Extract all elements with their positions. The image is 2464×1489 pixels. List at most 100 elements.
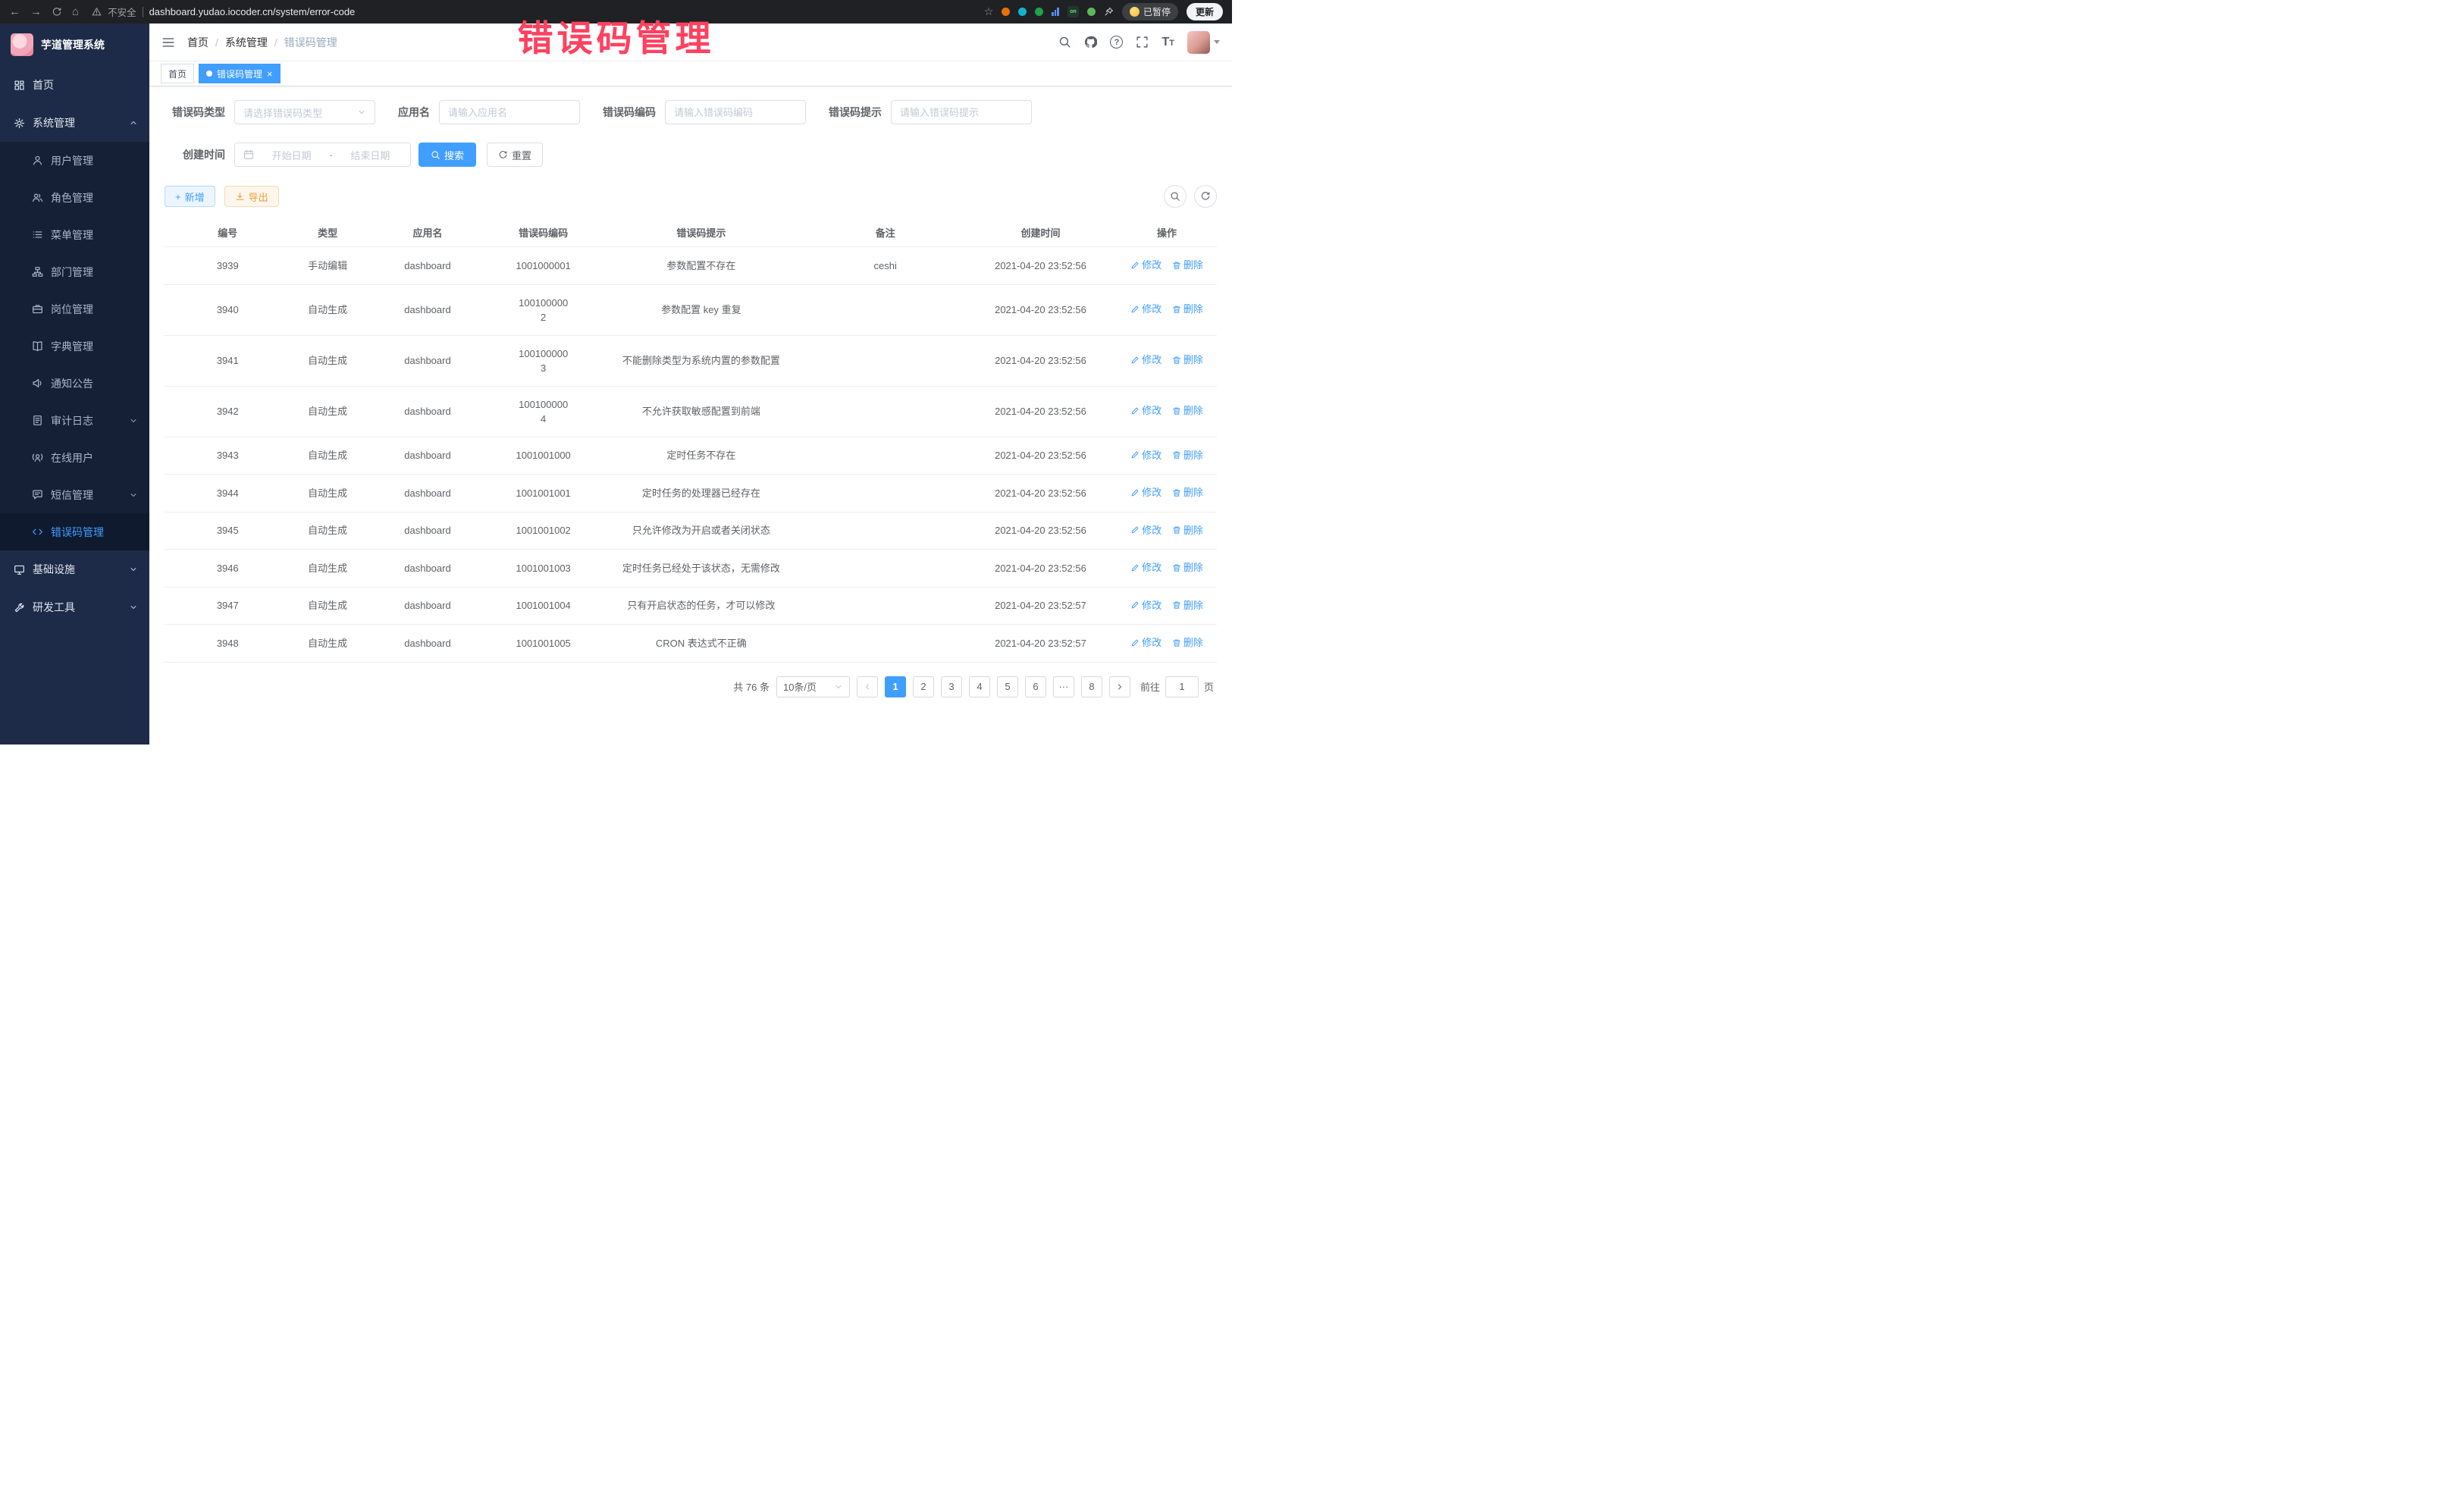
forward-button[interactable]: → bbox=[30, 6, 42, 17]
extension-icon-on-badge[interactable]: on bbox=[1067, 6, 1079, 17]
error-code-label: 错误码编码 bbox=[603, 105, 656, 120]
browser-chrome: ← → ⌂ 不安全 dashboard.yudao.iocoder.cn/sys… bbox=[0, 0, 1232, 24]
page-button[interactable]: 3 bbox=[941, 676, 962, 697]
sidebar-item-dev-tools[interactable]: 研发工具 bbox=[0, 588, 149, 626]
extension-icon-4[interactable] bbox=[1052, 8, 1059, 16]
hamburger-icon[interactable] bbox=[161, 36, 175, 49]
bookmark-star-icon[interactable]: ☆ bbox=[984, 5, 994, 18]
table-row: 3943 自动生成 dashboard 1001001000 定时任务不存在 2… bbox=[165, 437, 1217, 475]
refresh-table-button[interactable] bbox=[1194, 185, 1217, 208]
tab-close-icon[interactable]: × bbox=[267, 69, 273, 79]
delete-link[interactable]: 删除 bbox=[1172, 403, 1203, 418]
extension-icon-2[interactable] bbox=[1018, 8, 1027, 16]
extension-icon-5[interactable] bbox=[1087, 8, 1096, 16]
sidebar-item-online-users[interactable]: 在线用户 bbox=[0, 439, 149, 476]
fullscreen-icon[interactable] bbox=[1136, 36, 1149, 49]
edit-link[interactable]: 修改 bbox=[1130, 403, 1161, 418]
start-date-placeholder: 开始日期 bbox=[260, 148, 323, 162]
sidebar-item-role-management[interactable]: 角色管理 bbox=[0, 179, 149, 216]
delete-link[interactable]: 删除 bbox=[1172, 302, 1203, 316]
page-button[interactable]: 2 bbox=[913, 676, 934, 697]
sidebar-item-menu-management[interactable]: 菜单管理 bbox=[0, 216, 149, 253]
search-icon[interactable] bbox=[1058, 36, 1071, 49]
page-button[interactable]: 4 bbox=[969, 676, 990, 697]
delete-link[interactable]: 删除 bbox=[1172, 598, 1203, 613]
edit-link[interactable]: 修改 bbox=[1130, 523, 1161, 538]
extension-icon-3[interactable] bbox=[1035, 8, 1043, 16]
goto-page-input[interactable] bbox=[1165, 676, 1199, 697]
edit-link[interactable]: 修改 bbox=[1130, 302, 1161, 316]
sidebar-item-department-management[interactable]: 部门管理 bbox=[0, 253, 149, 290]
page-button[interactable]: 5 bbox=[997, 676, 1018, 697]
cell-time: 2021-04-20 23:52:56 bbox=[964, 386, 1117, 437]
add-button[interactable]: + 新增 bbox=[165, 186, 215, 207]
tab-error-code-management[interactable]: 错误码管理 × bbox=[199, 64, 281, 83]
edit-link[interactable]: 修改 bbox=[1130, 485, 1161, 500]
delete-icon bbox=[1172, 261, 1181, 270]
next-page-button[interactable] bbox=[1109, 676, 1130, 697]
edit-link[interactable]: 修改 bbox=[1130, 448, 1161, 462]
address-bar[interactable]: 不安全 dashboard.yudao.iocoder.cn/system/er… bbox=[92, 5, 355, 19]
app-name-input[interactable] bbox=[439, 100, 580, 124]
page-button[interactable]: ··· bbox=[1053, 676, 1074, 697]
navbar-actions: ? TT bbox=[1058, 31, 1220, 54]
sidebar-item-system-management[interactable]: 系统管理 bbox=[0, 104, 149, 142]
prev-page-button[interactable] bbox=[857, 676, 878, 697]
sidebar-item-user-management[interactable]: 用户管理 bbox=[0, 142, 149, 179]
cell-actions: 修改 删除 bbox=[1117, 247, 1217, 285]
delete-link[interactable]: 删除 bbox=[1172, 635, 1203, 650]
breadcrumb-item-home[interactable]: 首页 bbox=[187, 35, 208, 50]
search-button[interactable]: 搜索 bbox=[419, 143, 476, 167]
error-hint-input[interactable] bbox=[891, 100, 1032, 124]
edit-link[interactable]: 修改 bbox=[1130, 635, 1161, 650]
delete-link[interactable]: 删除 bbox=[1172, 258, 1203, 272]
sidebar-item-audit-log[interactable]: 审计日志 bbox=[0, 402, 149, 439]
reset-button[interactable]: 重置 bbox=[487, 143, 543, 167]
page-button[interactable]: 1 bbox=[885, 676, 906, 697]
edit-link[interactable]: 修改 bbox=[1130, 560, 1161, 575]
sidebar-item-infrastructure[interactable]: 基础设施 bbox=[0, 550, 149, 588]
cell-type: 自动生成 bbox=[291, 284, 365, 335]
error-code-input[interactable] bbox=[665, 100, 806, 124]
toggle-search-button[interactable] bbox=[1164, 185, 1187, 208]
delete-link[interactable]: 删除 bbox=[1172, 560, 1203, 575]
paused-badge[interactable]: 已暂停 bbox=[1122, 3, 1178, 20]
cell-remark bbox=[807, 475, 964, 513]
breadcrumb-item-system[interactable]: 系统管理 bbox=[225, 35, 268, 50]
error-type-select[interactable]: 请选择错误码类型 bbox=[234, 100, 375, 124]
browser-update-button[interactable]: 更新 bbox=[1187, 3, 1223, 20]
app-logo[interactable]: 芋道管理系统 bbox=[0, 24, 149, 66]
tab-home[interactable]: 首页 bbox=[161, 64, 194, 83]
page-button[interactable]: 6 bbox=[1025, 676, 1046, 697]
delete-link[interactable]: 删除 bbox=[1172, 353, 1203, 367]
sidebar-item-home[interactable]: 首页 bbox=[0, 66, 149, 104]
reload-button[interactable] bbox=[52, 7, 62, 17]
page-button[interactable]: 8 bbox=[1081, 676, 1102, 697]
edit-link[interactable]: 修改 bbox=[1130, 258, 1161, 272]
github-icon[interactable] bbox=[1084, 36, 1097, 49]
edit-link[interactable]: 修改 bbox=[1130, 353, 1161, 367]
home-button[interactable]: ⌂ bbox=[72, 6, 79, 17]
export-button[interactable]: 导出 bbox=[224, 186, 279, 207]
cell-code: 1001001005 bbox=[491, 625, 596, 663]
delete-link[interactable]: 删除 bbox=[1172, 485, 1203, 500]
font-size-icon[interactable]: TT bbox=[1161, 36, 1174, 49]
edit-link[interactable]: 修改 bbox=[1130, 598, 1161, 613]
help-icon[interactable]: ? bbox=[1110, 36, 1123, 49]
filter-row-2: 创建时间 开始日期 - 结束日期 搜索 重置 bbox=[165, 143, 1217, 167]
back-button[interactable]: ← bbox=[9, 6, 20, 17]
extensions-pin-icon[interactable] bbox=[1104, 7, 1114, 17]
sidebar-item-error-code-management[interactable]: 错误码管理 bbox=[0, 513, 149, 550]
extension-icon-1[interactable] bbox=[1002, 8, 1010, 16]
sidebar-item-notice-announcement[interactable]: 通知公告 bbox=[0, 365, 149, 402]
delete-icon bbox=[1172, 406, 1181, 415]
delete-link[interactable]: 删除 bbox=[1172, 523, 1203, 538]
date-range-picker[interactable]: 开始日期 - 结束日期 bbox=[234, 143, 411, 167]
sidebar-item-post-management[interactable]: 岗位管理 bbox=[0, 290, 149, 328]
sidebar-item-dict-management[interactable]: 字典管理 bbox=[0, 328, 149, 365]
cell-hint: 只有开启状态的任务，才可以修改 bbox=[596, 587, 807, 625]
page-size-select[interactable]: 10条/页 bbox=[776, 676, 850, 697]
sidebar-item-sms-management[interactable]: 短信管理 bbox=[0, 476, 149, 513]
delete-link[interactable]: 删除 bbox=[1172, 448, 1203, 462]
user-avatar-menu[interactable] bbox=[1187, 31, 1220, 54]
